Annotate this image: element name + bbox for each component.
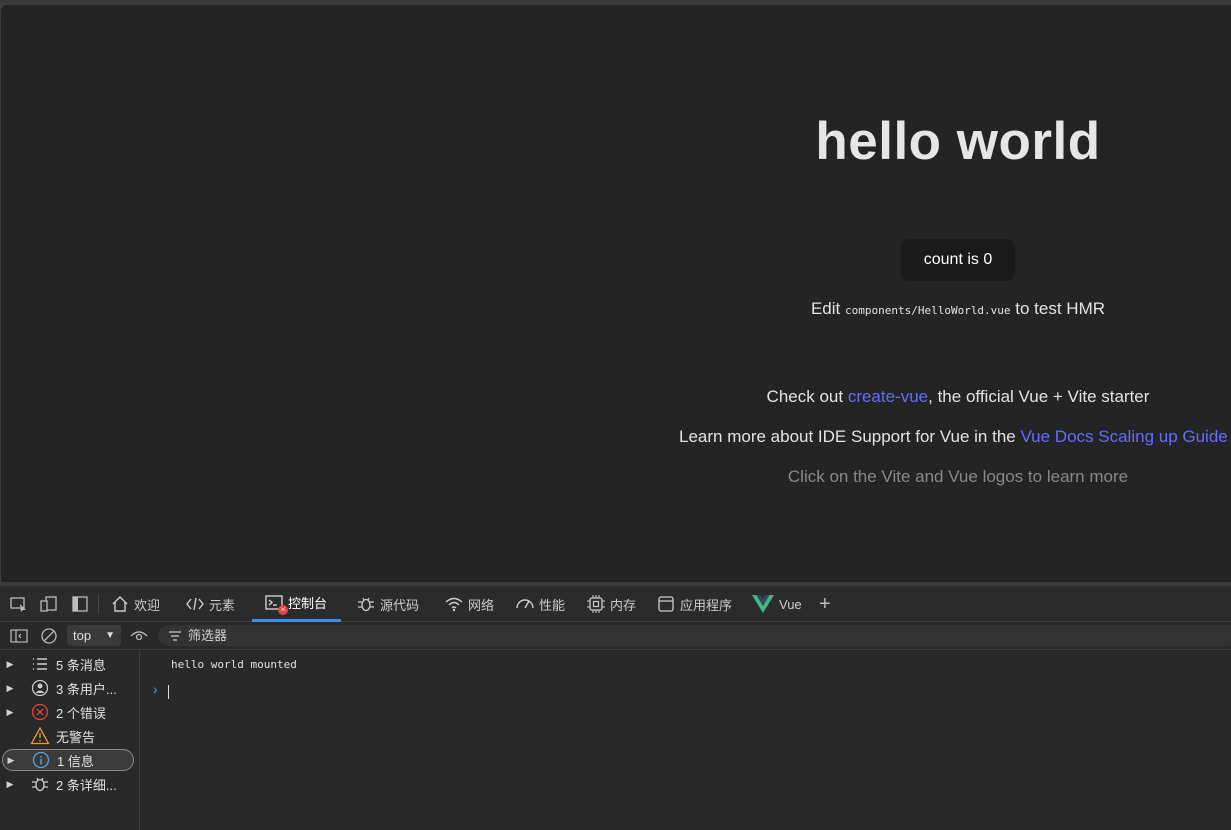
sidebar-item-label: 1 信息 <box>57 753 94 769</box>
vue-icon <box>752 595 774 613</box>
eye-icon[interactable] <box>129 628 149 644</box>
tab-label: 欢迎 <box>134 597 161 613</box>
wifi-icon <box>445 597 463 612</box>
devtools-tabbar: 欢迎 元素 × 控制台 源代码 网络 性能 内存 应用程序 Vue + <box>0 586 1231 622</box>
toolbar-divider <box>98 594 99 614</box>
sidebar-item-label: 无警告 <box>56 729 96 745</box>
console-message: hello world mounted <box>171 658 297 671</box>
context-select[interactable]: top ▼ <box>67 625 121 646</box>
tab-label: 控制台 <box>288 596 328 611</box>
check-prefix: Check out <box>766 387 848 406</box>
tab-label: 元素 <box>209 597 236 613</box>
edit-code: components/HelloWorld.vue <box>844 304 1011 317</box>
app-icon <box>658 596 674 612</box>
console-toolbar: top ▼ 筛选器 <box>0 623 1231 650</box>
code-icon <box>186 597 204 611</box>
sidebar-item-verbose[interactable]: ▶ 2 条详细... <box>2 773 134 795</box>
sidebar-item-messages[interactable]: ▶ 5 条消息 <box>2 653 134 675</box>
console-input-caret[interactable] <box>168 685 169 699</box>
bug-icon <box>32 777 48 792</box>
learn-prefix: Learn more about IDE Support for Vue in … <box>679 427 1021 446</box>
tab-label: 应用程序 <box>680 597 733 613</box>
tab-network[interactable]: 网络 <box>444 586 494 622</box>
tab-vue[interactable]: Vue <box>751 586 802 622</box>
console-sidebar: ▶ 5 条消息 ▶ 3 条用户... ▶ 2 个错误 无警告 ▶ 1 信息 ▶ … <box>0 651 140 830</box>
tab-application[interactable]: 应用程序 <box>656 586 732 622</box>
warning-icon <box>30 726 50 745</box>
chip-icon <box>587 595 605 613</box>
edit-prefix: Edit <box>810 299 845 318</box>
sidebar-item-warnings[interactable]: 无警告 <box>2 725 134 747</box>
expand-arrow-icon[interactable]: ▶ <box>3 755 19 766</box>
filter-input[interactable]: 筛选器 <box>158 625 1231 646</box>
sidebar-item-label: 3 条用户... <box>56 681 117 697</box>
bug-icon <box>358 597 374 612</box>
home-icon <box>112 596 128 612</box>
chevron-down-icon: ▼ <box>105 630 115 641</box>
console-icon: × <box>264 593 288 615</box>
tab-label: 源代码 <box>380 597 420 613</box>
edit-hint: Edit components/HelloWorld.vue to test H… <box>679 299 1231 319</box>
read-the-docs: Click on the Vite and Vue logos to learn… <box>787 467 1129 486</box>
console-output[interactable]: hello world mounted › <box>141 651 1231 830</box>
device-emulation-icon[interactable] <box>39 594 59 614</box>
page-viewport: hello world count is 0 Edit components/H… <box>0 5 1231 582</box>
sidebar-item-label: 2 条详细... <box>56 777 117 793</box>
tab-label: 性能 <box>539 597 566 613</box>
devtools-panel: 欢迎 元素 × 控制台 源代码 网络 性能 内存 应用程序 Vue + top … <box>0 586 1231 830</box>
tab-elements[interactable]: 元素 <box>185 586 235 622</box>
learn-more-text: Learn more about IDE Support for Vue in … <box>679 427 1228 447</box>
list-icon <box>33 658 47 670</box>
sidebar-item-label: 2 个错误 <box>56 705 106 721</box>
tab-console[interactable]: × 控制台 <box>252 586 342 622</box>
tab-sources[interactable]: 源代码 <box>356 586 419 622</box>
filter-icon <box>169 631 181 641</box>
tab-memory[interactable]: 内存 <box>586 586 636 622</box>
tab-performance[interactable]: 性能 <box>515 586 565 622</box>
gauge-icon <box>516 599 534 609</box>
filter-placeholder: 筛选器 <box>188 628 228 643</box>
vue-docs-link[interactable]: Vue Docs Scaling up Guide <box>1020 427 1227 446</box>
add-tab-button[interactable]: + <box>819 586 831 622</box>
create-vue-link[interactable]: create-vue <box>848 387 928 406</box>
expand-arrow-icon[interactable]: ▶ <box>2 683 18 694</box>
check-suffix: , the official Vue + Vite starter <box>928 387 1150 406</box>
dock-icon[interactable] <box>70 594 90 614</box>
edit-suffix: to test HMR <box>1010 299 1106 318</box>
sidebar-item-errors[interactable]: ▶ 2 个错误 <box>2 701 134 723</box>
prompt-chevron-icon: › <box>153 681 158 697</box>
expand-arrow-icon[interactable]: ▶ <box>2 659 18 670</box>
sidebar-toggle-icon[interactable] <box>9 627 29 645</box>
tab-welcome[interactable]: 欢迎 <box>110 586 160 622</box>
info-icon <box>32 751 50 769</box>
context-value: top <box>73 628 92 643</box>
sidebar-item-label: 5 条消息 <box>56 657 106 673</box>
tab-label: 网络 <box>468 597 495 613</box>
tab-label: 内存 <box>610 597 637 613</box>
sidebar-item-info[interactable]: ▶ 1 信息 <box>2 749 134 771</box>
check-out-text: Check out create-vue, the official Vue +… <box>679 387 1231 407</box>
error-icon <box>31 703 49 721</box>
tab-label: Vue <box>779 596 802 612</box>
page-title: hello world <box>815 112 1101 171</box>
count-button[interactable]: count is 0 <box>901 239 1015 281</box>
inspect-icon[interactable] <box>9 594 29 614</box>
sidebar-item-user-messages[interactable]: ▶ 3 条用户... <box>2 677 134 699</box>
expand-arrow-icon[interactable]: ▶ <box>2 779 18 790</box>
user-icon <box>31 679 49 697</box>
clear-console-icon[interactable] <box>39 627 59 645</box>
error-badge-icon: × <box>278 604 288 615</box>
expand-arrow-icon[interactable]: ▶ <box>2 707 18 718</box>
